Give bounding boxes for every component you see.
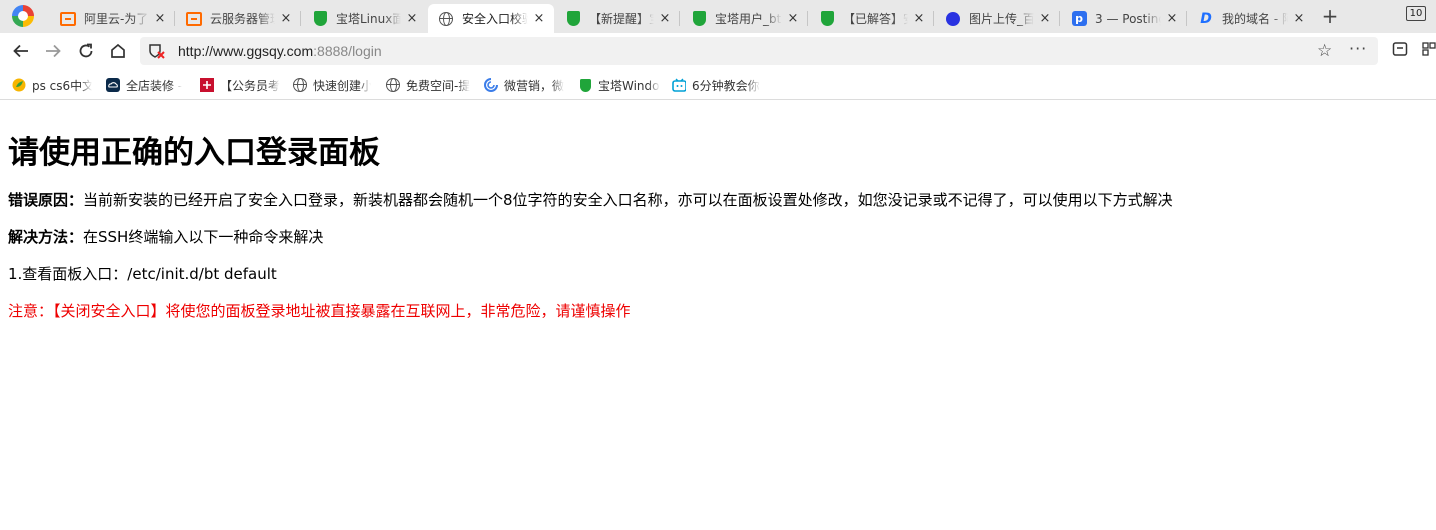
reload-icon bbox=[79, 43, 93, 58]
tab-title: 【新提醒】宝塔 bbox=[589, 12, 654, 26]
warning-text: 注意：【关闭安全入口】将使您的面板登录地址被直接暴露在互联网上，非常危险，请谨慎… bbox=[8, 302, 631, 320]
bookmark-star-icon[interactable]: ☆ bbox=[1317, 41, 1332, 61]
solution-paragraph: 解决方法：在SSH终端输入以下一种命令来解决 bbox=[8, 226, 323, 247]
tab-title: 图片上传_百度 bbox=[969, 12, 1034, 26]
bookmark-bt-windows[interactable]: 宝塔Windows bbox=[578, 77, 660, 93]
bookmark-micro-marketing[interactable]: 微营销，微 bbox=[484, 77, 564, 93]
solution-text: 在SSH终端输入以下一种命令来解决 bbox=[83, 228, 324, 246]
tab-title: 宝塔Linux面板 bbox=[336, 12, 401, 26]
close-icon[interactable]: × bbox=[405, 11, 419, 26]
tab-title: 【已解答】安全 bbox=[843, 12, 908, 26]
red-square-icon bbox=[200, 78, 214, 92]
insecure-shield-icon[interactable] bbox=[148, 43, 166, 59]
tab-title: 安全入口校验失败 bbox=[462, 12, 528, 26]
home-button[interactable] bbox=[107, 40, 129, 62]
close-icon[interactable]: × bbox=[658, 11, 672, 26]
bt-shield-icon bbox=[691, 11, 707, 27]
forward-arrow-icon bbox=[46, 44, 61, 58]
tab-title: 我的域名 - 阿里 bbox=[1222, 12, 1288, 26]
cloud-icon bbox=[106, 78, 120, 92]
close-icon[interactable]: × bbox=[1038, 11, 1052, 26]
d-icon: D bbox=[1200, 10, 1212, 27]
close-icon[interactable]: × bbox=[279, 11, 293, 26]
error-reason-text: 当前新安装的已经开启了安全入口登录，新装机器都会随机一个8位字符的安全入口名称，… bbox=[83, 191, 1173, 209]
aliyun-icon bbox=[60, 11, 76, 27]
globe-icon bbox=[386, 78, 400, 92]
tab-bt-forum-new[interactable]: 【新提醒】宝塔 × bbox=[555, 4, 680, 33]
tab-ecs-console[interactable]: 云服务器管理控制台 × bbox=[176, 4, 301, 33]
bookmark-ps-cs6[interactable]: ps cs6中文版 bbox=[12, 77, 92, 93]
bilibili-tv-icon bbox=[672, 78, 686, 92]
bt-shield-icon bbox=[578, 78, 592, 92]
url-path: :8888/login bbox=[313, 43, 382, 59]
close-icon[interactable]: × bbox=[532, 11, 546, 26]
tab-aliyun[interactable]: 阿里云-为了无法计算的价值 × bbox=[50, 4, 175, 33]
bookmark-label: 宝塔Windows bbox=[598, 78, 660, 93]
tab-count-badge[interactable]: 10 bbox=[1406, 6, 1426, 21]
solution-label: 解决方法： bbox=[8, 228, 84, 246]
back-button[interactable] bbox=[10, 40, 32, 62]
browser-logo-icon[interactable] bbox=[12, 5, 34, 27]
address-bar[interactable]: http://www.ggsqy.com:8888/login ☆ ··· bbox=[140, 37, 1378, 65]
bookmark-label: 6分钟教会你 bbox=[692, 78, 760, 93]
navigation-toolbar: http://www.ggsqy.com:8888/login ☆ ··· bbox=[0, 33, 1436, 69]
new-tab-button[interactable]: + bbox=[1320, 6, 1340, 26]
tab-baidu-upload[interactable]: 图片上传_百度 × bbox=[935, 4, 1060, 33]
tab-title: 宝塔用户_bt bbox=[715, 12, 782, 26]
reading-list-icon[interactable] bbox=[1392, 41, 1408, 57]
bt-shield-icon bbox=[312, 11, 328, 27]
tab-title: 云服务器管理控制台 bbox=[210, 12, 275, 26]
swirl-icon bbox=[484, 78, 498, 92]
bookmarks-bar: ps cs6中文版 全店装修 - 【公务员考 快速创建小 免费空间-提 微营销，… bbox=[0, 69, 1436, 100]
close-icon[interactable]: × bbox=[153, 11, 167, 26]
bookmark-label: 快速创建小 bbox=[313, 78, 371, 93]
bt-shield-icon bbox=[565, 11, 581, 27]
forward-button[interactable] bbox=[42, 40, 64, 62]
error-reason-paragraph: 错误原因：当前新安装的已经开启了安全入口登录，新装机器都会随机一个8位字符的安全… bbox=[8, 189, 1173, 210]
tab-posting[interactable]: p 3 — Posting × bbox=[1061, 4, 1187, 33]
error-reason-label: 错误原因： bbox=[8, 191, 84, 209]
reload-button[interactable] bbox=[75, 40, 97, 62]
bt-shield-icon bbox=[819, 11, 835, 27]
page-title: 请使用正确的入口登录面板 bbox=[8, 135, 380, 171]
bookmark-free-space[interactable]: 免费空间-提 bbox=[386, 77, 470, 93]
url-host: http://www.ggsqy.com bbox=[178, 43, 314, 59]
tab-bt-linux[interactable]: 宝塔Linux面板 × bbox=[302, 4, 427, 33]
close-icon[interactable]: × bbox=[1165, 11, 1179, 26]
bookmark-store-decor[interactable]: 全店装修 - bbox=[106, 77, 184, 93]
close-icon[interactable]: × bbox=[786, 11, 800, 26]
menu-icon[interactable] bbox=[1421, 41, 1436, 57]
globe-icon bbox=[293, 78, 307, 92]
bookmark-label: ps cs6中文版 bbox=[32, 78, 92, 93]
tab-bt-answered[interactable]: 【已解答】安全 × bbox=[809, 4, 934, 33]
bookmark-label: 【公务员考 bbox=[220, 78, 280, 93]
bookmark-label: 微营销，微 bbox=[504, 78, 564, 93]
tab-title: 3 — Posting bbox=[1095, 11, 1161, 26]
close-icon[interactable]: × bbox=[1292, 11, 1306, 26]
url-text[interactable]: http://www.ggsqy.com:8888/login bbox=[178, 43, 382, 59]
bookmark-quick-create[interactable]: 快速创建小 bbox=[293, 77, 371, 93]
bookmark-6min-tutorial[interactable]: 6分钟教会你 bbox=[672, 77, 760, 93]
tab-strip: 阿里云-为了无法计算的价值 × 云服务器管理控制台 × 宝塔Linux面板 × … bbox=[0, 0, 1436, 33]
aliyun-icon bbox=[186, 11, 202, 27]
back-arrow-icon bbox=[13, 44, 28, 58]
home-icon bbox=[111, 43, 125, 58]
green-leaf-icon bbox=[12, 78, 26, 92]
close-icon[interactable]: × bbox=[912, 11, 926, 26]
tab-security-entry[interactable]: 安全入口校验失败 × bbox=[428, 4, 554, 33]
tab-my-domains[interactable]: D 我的域名 - 阿里 × bbox=[1188, 4, 1314, 33]
p-icon: p bbox=[1071, 11, 1087, 27]
bookmark-civil-exam[interactable]: 【公务员考 bbox=[200, 77, 280, 93]
globe-icon bbox=[438, 11, 454, 27]
more-options-icon[interactable]: ··· bbox=[1349, 39, 1367, 58]
tab-title: 阿里云-为了无法计算的价值 bbox=[84, 12, 149, 26]
baidu-paw-icon bbox=[945, 11, 961, 27]
bookmark-label: 全店装修 - bbox=[126, 78, 183, 93]
bookmark-label: 免费空间-提 bbox=[406, 78, 470, 93]
tab-bt-user[interactable]: 宝塔用户_bt × bbox=[681, 4, 808, 33]
step1-command: 1.查看面板入口：/etc/init.d/bt default bbox=[8, 265, 277, 283]
